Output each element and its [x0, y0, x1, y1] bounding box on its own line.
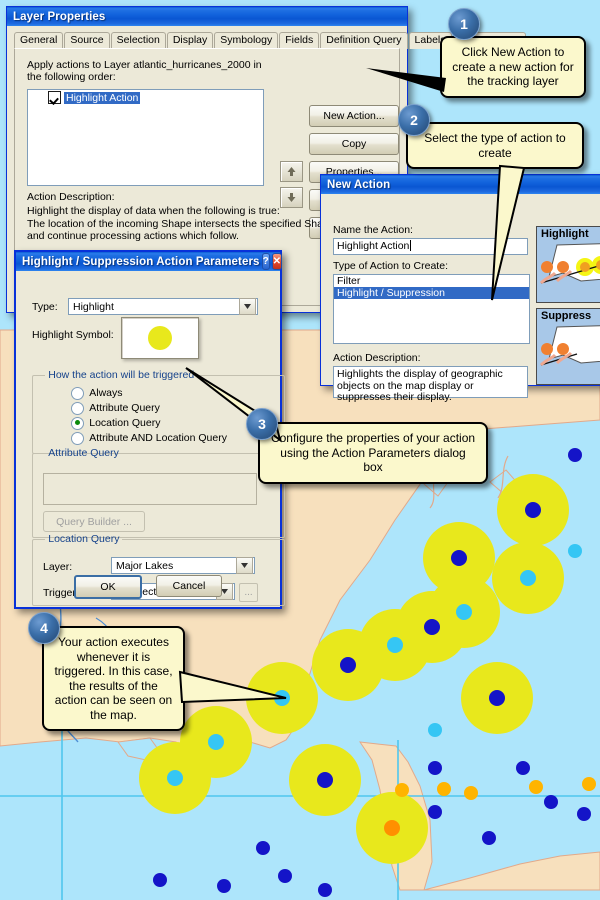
callout-pointers	[178, 68, 526, 704]
callout-badge-2: 2	[398, 104, 430, 136]
callout-badge-4: 4	[28, 612, 60, 644]
callout-badge-3: 3	[246, 408, 278, 440]
callout-badge-1: 1	[448, 8, 480, 40]
